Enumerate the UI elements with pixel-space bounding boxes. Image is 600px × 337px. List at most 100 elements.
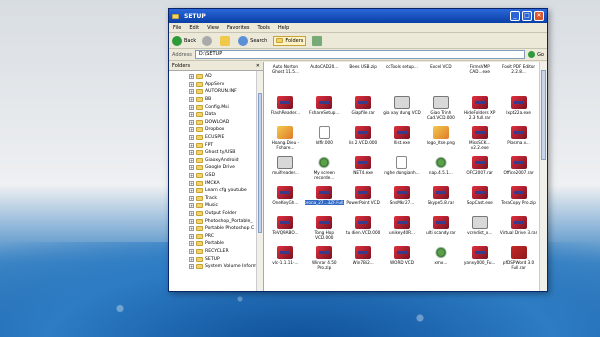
expand-icon[interactable]: +	[189, 188, 194, 194]
expand-icon[interactable]: +	[189, 74, 194, 80]
folder-tree-item[interactable]: + ECUSPIE	[189, 134, 263, 142]
folder-tree-item[interactable]: + Data	[189, 111, 263, 119]
file-item[interactable]: yanxy000_Fu...	[460, 244, 499, 274]
close-button[interactable]: ✕	[534, 11, 544, 21]
folder-tree-item[interactable]: + PRC	[189, 232, 263, 240]
folder-tree-item[interactable]: + GSD	[189, 172, 263, 180]
title-bar[interactable]: SETUP _ □ ✕	[169, 9, 547, 23]
expand-icon[interactable]: +	[189, 226, 194, 232]
file-item[interactable]: TeVQ9ABO...	[266, 214, 305, 244]
expand-icon[interactable]: +	[189, 248, 194, 254]
folder-tree-item[interactable]: + Music	[189, 202, 263, 210]
file-item[interactable]: WORD VCD	[383, 244, 422, 274]
file-item[interactable]: logo_ltse.png	[421, 124, 460, 154]
file-item[interactable]: vcredist_x...	[460, 214, 499, 244]
expand-icon[interactable]: +	[189, 210, 194, 216]
expand-icon[interactable]: +	[189, 165, 194, 171]
file-item[interactable]: nap.4.5.1...	[421, 154, 460, 184]
views-button[interactable]	[312, 35, 324, 46]
folder-tree-item[interactable]: + AUTORUN.INF	[189, 88, 263, 96]
menu-favorites[interactable]: Favorites	[227, 25, 250, 31]
file-item[interactable]: Ixpt22a.exe	[499, 94, 538, 124]
expand-icon[interactable]: +	[189, 97, 194, 103]
file-item[interactable]: lis 2.VCD.000	[344, 124, 383, 154]
file-item[interactable]: Corona_27...3ZF.Full.exe	[304, 184, 344, 214]
file-item[interactable]: MissSCK... v2.2.exe	[460, 124, 499, 154]
file-item[interactable]: FshareSetup...	[305, 94, 344, 124]
file-item[interactable]: Giapfile.rar	[344, 94, 383, 124]
expand-icon[interactable]: +	[189, 195, 194, 201]
file-item[interactable]: HideFolders XP 2.3 full.rar	[460, 94, 499, 124]
file-item[interactable]: ulti scandy.rar	[421, 214, 460, 244]
back-button[interactable]: Back	[172, 35, 196, 46]
expand-icon[interactable]: +	[189, 241, 194, 247]
folder-tree-item[interactable]: + Portable	[189, 240, 263, 248]
folders-scrollbar-thumb[interactable]	[258, 93, 262, 233]
folder-tree-item[interactable]: + GiaoxyAndroid	[189, 157, 263, 165]
menu-tools[interactable]: Tools	[258, 25, 270, 31]
file-item[interactable]: FirmsVMP CAD...exe	[460, 64, 499, 94]
file-item[interactable]: tu dien.VCD.000	[344, 214, 383, 244]
file-item[interactable]: muifreader...	[266, 154, 305, 184]
file-item[interactable]: Giao Trinh Cad.VCD.000	[421, 94, 460, 124]
file-item[interactable]: unikey40R...	[383, 214, 422, 244]
file-item[interactable]: PowerPoint VCD	[344, 184, 383, 214]
menu-file[interactable]: File	[173, 25, 181, 31]
expand-icon[interactable]: +	[189, 233, 194, 239]
search-button[interactable]: Search	[238, 35, 267, 46]
minimize-button[interactable]: _	[510, 11, 520, 21]
file-item[interactable]: Tong Hop VCD.000	[305, 214, 344, 244]
file-item[interactable]: Bees USB.zip	[344, 64, 383, 94]
folder-tree-item[interactable]: + AppServ	[189, 81, 263, 89]
file-item[interactable]: Auto Norton Ghost 11.5...	[266, 64, 305, 94]
expand-icon[interactable]: +	[189, 127, 194, 133]
menu-help[interactable]: Help	[278, 25, 289, 31]
expand-icon[interactable]: +	[189, 264, 194, 270]
expand-icon[interactable]: +	[189, 104, 194, 110]
folder-tree-item[interactable]: + Learn cfg youtube	[189, 187, 263, 195]
expand-icon[interactable]: +	[189, 112, 194, 118]
file-item[interactable]: Plasma.v...	[499, 124, 538, 154]
file-item[interactable]: nghe dongianh...	[383, 154, 422, 184]
file-item[interactable]: Skype5.8.rar	[421, 184, 460, 214]
file-item[interactable]: OFC2007.rar	[460, 154, 499, 184]
folder-tree-item[interactable]: + Photoshop_Portable_	[189, 217, 263, 225]
file-item[interactable]: pfDSPWord 3.0 Full.rar	[499, 244, 538, 274]
expand-icon[interactable]: +	[189, 180, 194, 186]
expand-icon[interactable]: +	[189, 256, 194, 262]
file-item[interactable]: vlc-1.1.11-...	[266, 244, 305, 274]
folder-tree-item[interactable]: + DOWLOAD	[189, 119, 263, 127]
folder-tree-item[interactable]: + IMCKA	[189, 179, 263, 187]
folder-tree-item[interactable]: + System Volume Inform	[189, 263, 263, 271]
file-item[interactable]: My screen recorde...	[305, 154, 344, 184]
file-item[interactable]: Win7Bi2...	[344, 244, 383, 274]
folders-pane-close-icon[interactable]: ✕	[256, 63, 260, 69]
file-item[interactable]: OneKeyGh...	[266, 184, 305, 214]
expand-icon[interactable]: +	[189, 89, 194, 95]
expand-icon[interactable]: +	[189, 135, 194, 141]
maximize-button[interactable]: □	[522, 11, 532, 21]
expand-icon[interactable]: +	[189, 142, 194, 148]
folder-tree-item[interactable]: + FPT	[189, 141, 263, 149]
file-item[interactable]: TeraCopy Pro.zip	[499, 184, 538, 214]
up-folder-button[interactable]	[220, 35, 232, 46]
file-item[interactable]: Office2007.rar	[499, 154, 538, 184]
file-item[interactable]: Ilist.exe	[383, 124, 422, 154]
folder-tree-item[interactable]: + Config.Msi	[189, 103, 263, 111]
expand-icon[interactable]: +	[189, 150, 194, 156]
folder-tree-item[interactable]: + BB	[189, 96, 263, 104]
file-item[interactable]: Hoang.Dieu - Fshare...	[266, 124, 305, 154]
expand-icon[interactable]: +	[189, 173, 194, 179]
folder-tree-item[interactable]: + Google Drive	[189, 164, 263, 172]
file-item[interactable]: xmx...	[421, 244, 460, 274]
folder-tree-item[interactable]: + RECYCLER	[189, 248, 263, 256]
expand-icon[interactable]: +	[189, 119, 194, 125]
folder-tree-item[interactable]: + Dropbox	[189, 126, 263, 134]
expand-icon[interactable]: +	[189, 203, 194, 209]
file-item[interactable]: gia xay dung VCD	[383, 94, 422, 124]
file-item[interactable]: Foxit PDF Editor 2.2.8...	[499, 64, 538, 94]
file-item[interactable]: Excel VCD	[421, 64, 460, 94]
file-item[interactable]: Virtual Drive 3.rar	[499, 214, 538, 244]
folder-tree-item[interactable]: + Output Folder	[189, 210, 263, 218]
folder-tree-item[interactable]: + AD	[189, 73, 263, 81]
